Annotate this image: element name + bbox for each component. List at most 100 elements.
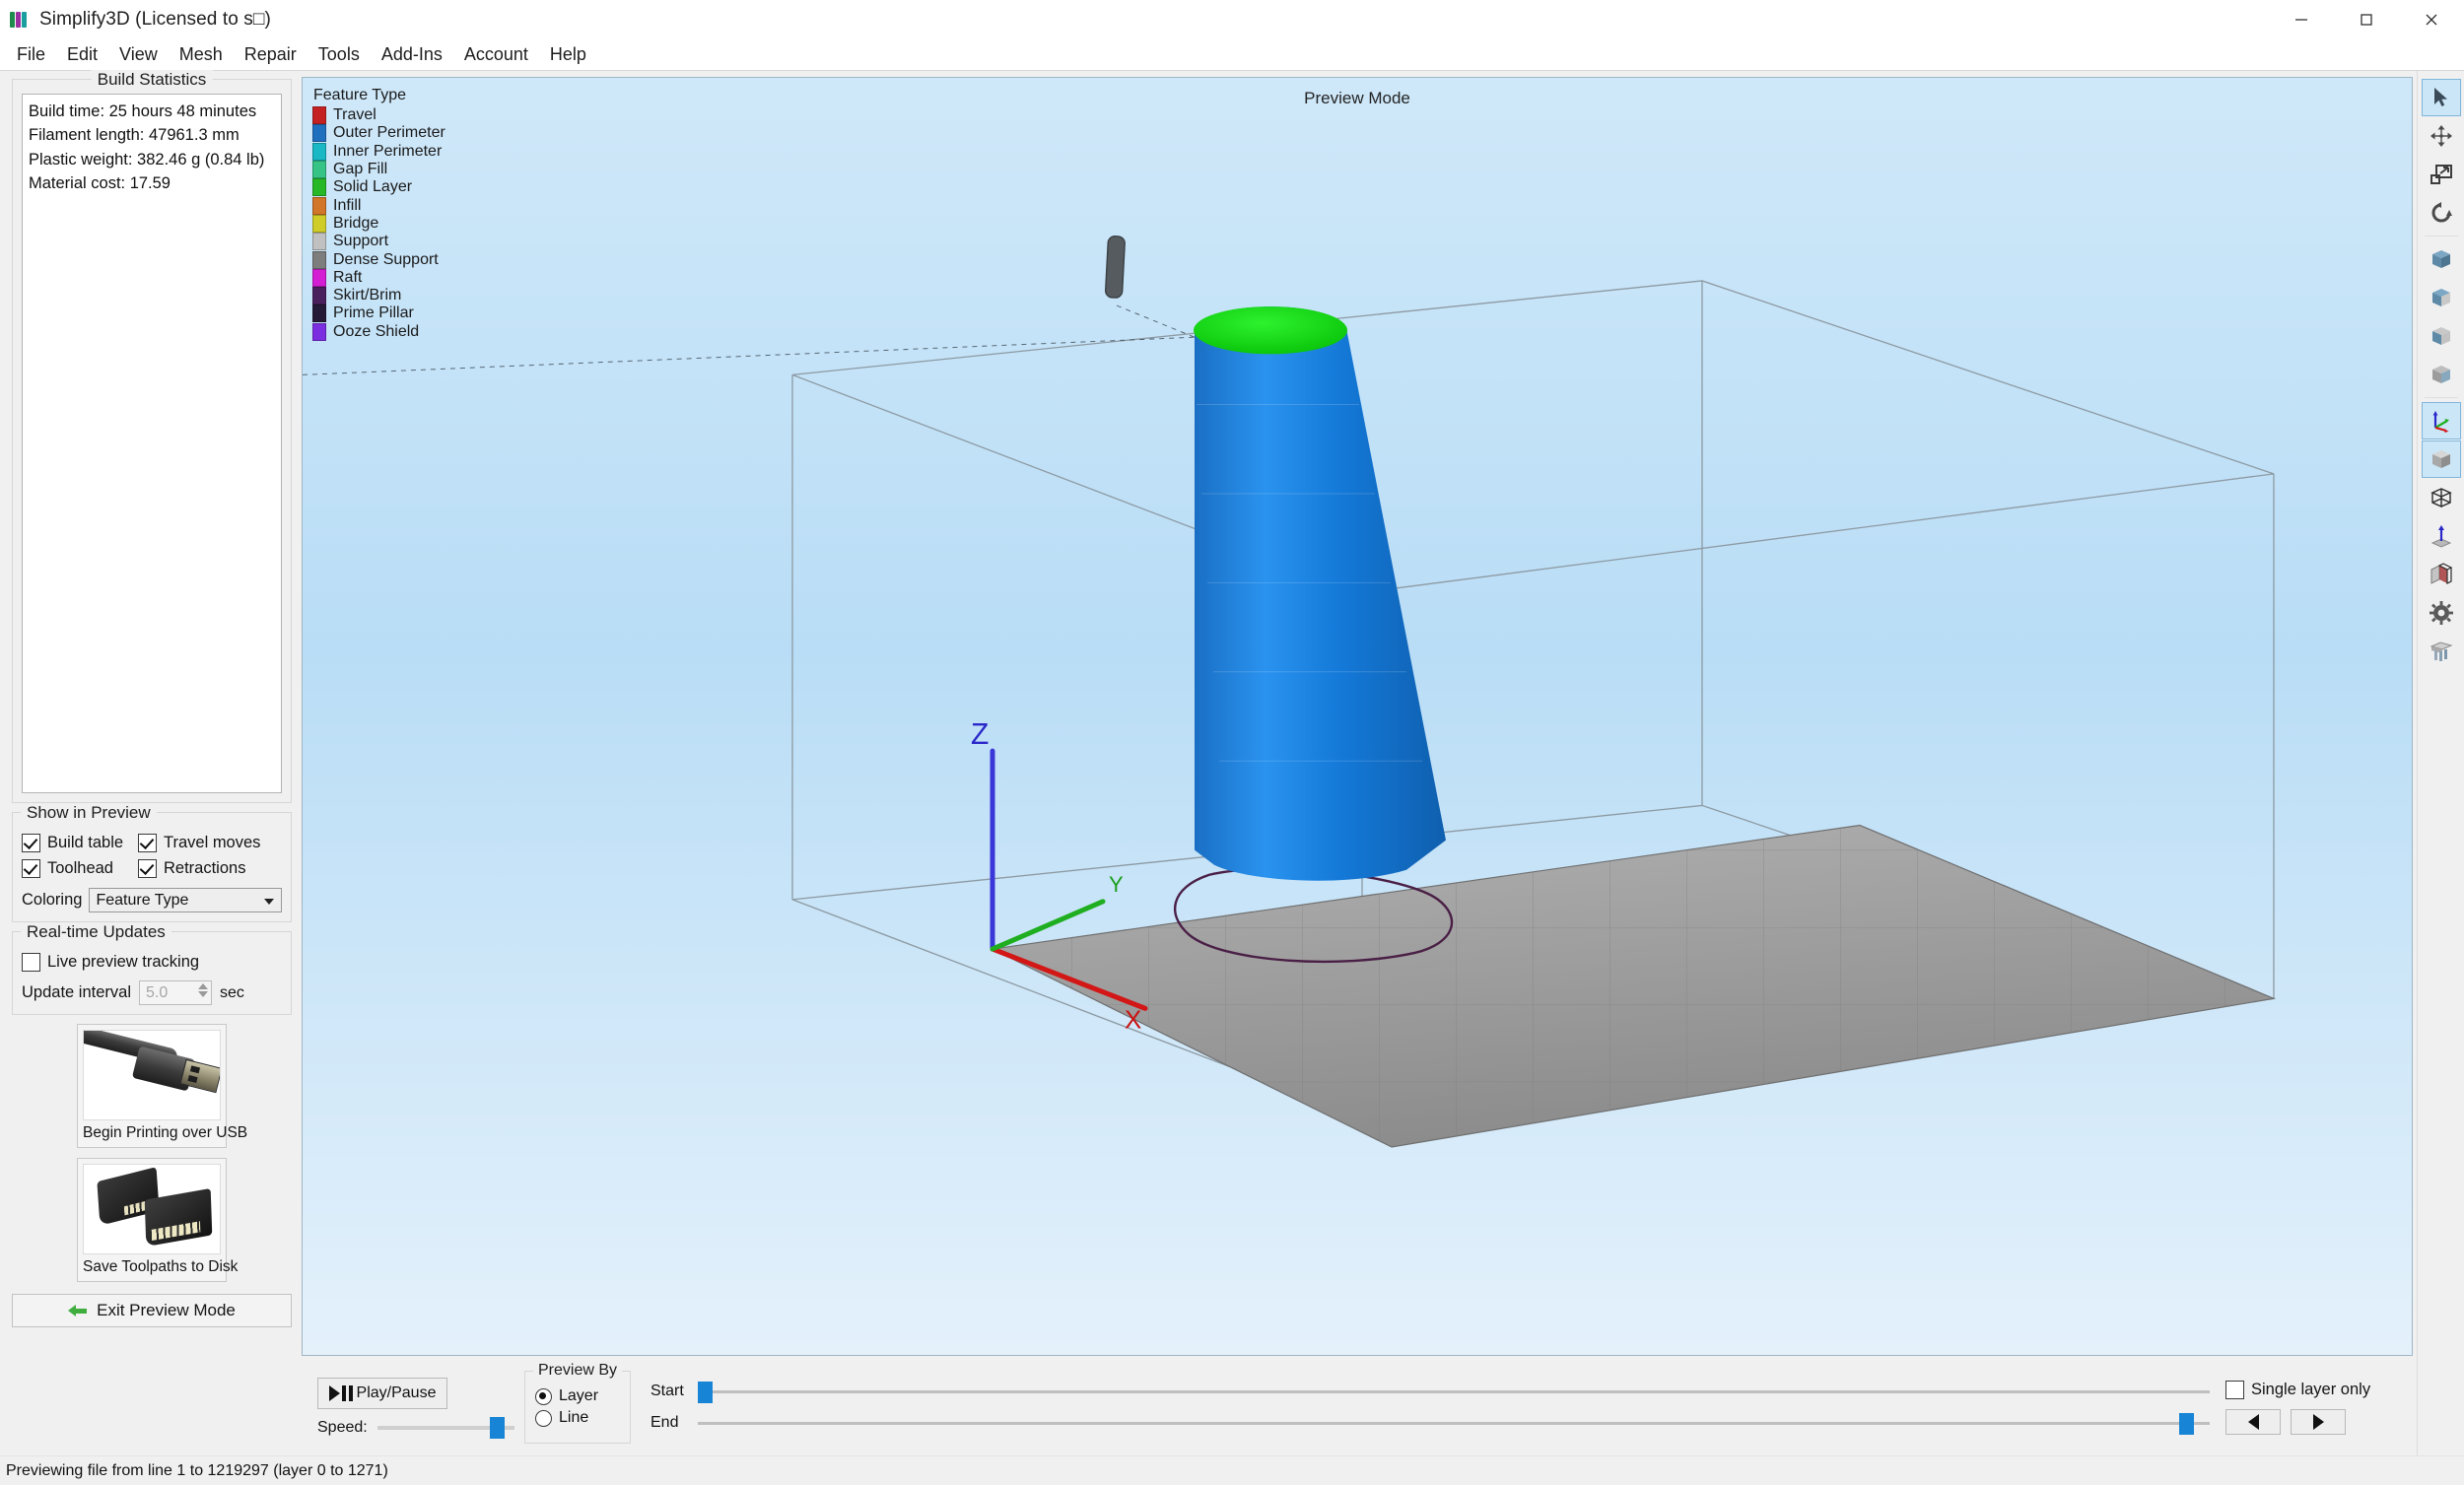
checkbox-live-preview-tracking[interactable]: Live preview tracking — [22, 953, 199, 972]
radio-preview-by-layer[interactable]: Layer — [535, 1387, 622, 1405]
z-axis-label: Z — [971, 718, 989, 751]
close-button[interactable] — [2399, 0, 2464, 39]
status-bar-text: Previewing file from line 1 to 1219297 (… — [6, 1461, 388, 1479]
legend-label-infill: Infill — [333, 196, 362, 214]
checkbox-single-layer-only[interactable]: Single layer only — [2225, 1380, 2370, 1399]
rotate-tool[interactable] — [2422, 194, 2461, 232]
start-label: Start — [650, 1383, 684, 1399]
view-cube-right-tool[interactable] — [2422, 317, 2461, 355]
legend-item-ooze-shield: Ooze Shield — [312, 322, 445, 341]
checkbox-retractions[interactable]: Retractions — [138, 859, 245, 878]
coloring-selected-value: Feature Type — [96, 891, 189, 909]
view-cube-left-tool[interactable] — [2422, 279, 2461, 316]
build-plate — [990, 824, 2277, 1148]
previous-layer-button[interactable] — [2225, 1408, 2281, 1435]
legend-swatch-skirt-brim — [312, 287, 326, 305]
end-label: End — [650, 1414, 679, 1431]
legend-item-gap-fill: Gap Fill — [312, 161, 445, 179]
checkbox-single-layer-box[interactable] — [2225, 1380, 2244, 1399]
menu-add-ins[interactable]: Add-Ins — [371, 41, 453, 68]
layer-nav-buttons — [2225, 1408, 2346, 1435]
checkbox-retractions-box[interactable] — [138, 859, 157, 878]
coloring-select[interactable]: Feature Type — [89, 888, 282, 912]
minimize-button[interactable] — [2269, 0, 2334, 39]
settings-gear-tool[interactable] — [2422, 594, 2461, 632]
menu-edit[interactable]: Edit — [56, 41, 108, 68]
build-statistics-group: Build Statistics Build time: 25 hours 48… — [12, 70, 292, 803]
wireframe-view-tool[interactable] — [2422, 479, 2461, 516]
legend-label-gap-fill: Gap Fill — [333, 161, 388, 178]
checkbox-travel-moves-box[interactable] — [138, 834, 157, 852]
view-cube-top-tool[interactable] — [2422, 356, 2461, 393]
save-toolpaths-to-disk-button[interactable]: Save Toolpaths to Disk — [77, 1158, 238, 1282]
legend-swatch-travel — [312, 106, 326, 125]
next-layer-button[interactable] — [2291, 1408, 2346, 1435]
menu-tools[interactable]: Tools — [308, 41, 371, 68]
toolbar-separator-2 — [2424, 397, 2458, 398]
legend-label-bridge: Bridge — [333, 214, 379, 232]
checkbox-build-table-box[interactable] — [22, 834, 40, 852]
checkbox-toolhead[interactable]: Toolhead — [22, 859, 138, 878]
legend-item-outer-perimeter: Outer Perimeter — [312, 124, 445, 143]
menu-repair[interactable]: Repair — [234, 41, 308, 68]
realtime-updates-title: Real-time Updates — [21, 922, 171, 942]
supports-tool[interactable] — [2422, 633, 2461, 670]
radio-line-button[interactable] — [535, 1409, 552, 1427]
preview-by-group: Preview By Layer Line — [524, 1362, 631, 1444]
legend-label-skirt-brim: Skirt/Brim — [333, 287, 402, 304]
maximize-button[interactable] — [2334, 0, 2399, 39]
axes-origin-tool[interactable] — [2421, 402, 2461, 439]
feature-type-legend: Feature Type Travel Outer Perimeter Inne… — [312, 87, 445, 341]
application-window: Simplify3D (Licensed to s□) File Edit Vi… — [0, 0, 2464, 1485]
legend-label-raft: Raft — [333, 268, 363, 286]
start-slider[interactable] — [698, 1381, 2210, 1403]
3d-scene[interactable]: Z X Y — [303, 78, 2412, 1355]
update-interval-unit: sec — [219, 983, 244, 1001]
legend-swatch-dense-support — [312, 250, 326, 269]
cross-section-tool[interactable] — [2422, 556, 2461, 593]
menu-help[interactable]: Help — [539, 41, 597, 68]
pan-move-tool[interactable] — [2422, 117, 2461, 155]
solid-view-tool[interactable] — [2421, 440, 2461, 478]
legend-swatch-raft — [312, 268, 326, 287]
normals-view-tool[interactable] — [2422, 517, 2461, 555]
scale-tool[interactable] — [2422, 156, 2461, 193]
select-cursor-tool[interactable] — [2421, 79, 2461, 116]
stepper-arrows-icon[interactable] — [197, 983, 208, 997]
begin-printing-over-usb-button[interactable]: Begin Printing over USB — [77, 1024, 247, 1148]
menu-account[interactable]: Account — [453, 41, 539, 68]
speed-slider-thumb[interactable] — [489, 1417, 505, 1439]
checkbox-build-table[interactable]: Build table — [22, 834, 138, 852]
checkbox-live-preview-box[interactable] — [22, 953, 40, 972]
end-slider[interactable] — [698, 1412, 2210, 1435]
menu-file[interactable]: File — [6, 41, 56, 68]
view-cube-front-tool[interactable] — [2422, 240, 2461, 278]
triangle-left-icon — [2247, 1413, 2259, 1430]
update-interval-stepper[interactable]: 5.0 — [138, 980, 212, 1005]
checkbox-retractions-label: Retractions — [164, 859, 246, 877]
speed-slider[interactable] — [376, 1417, 514, 1439]
menu-bar: File Edit View Mesh Repair Tools Add-Ins… — [0, 39, 2464, 71]
radio-layer-button[interactable] — [535, 1387, 552, 1405]
checkbox-toolhead-box[interactable] — [22, 859, 40, 878]
menu-view[interactable]: View — [108, 41, 169, 68]
exit-preview-mode-label: Exit Preview Mode — [97, 1301, 236, 1319]
exit-preview-mode-button[interactable]: Exit Preview Mode — [12, 1294, 292, 1327]
realtime-updates-group: Real-time Updates Live preview tracking … — [12, 922, 292, 1015]
3d-viewport[interactable]: Z X Y Preview Mode Feature Type Travel O… — [302, 77, 2413, 1356]
cross-section-icon — [2430, 563, 2452, 584]
stat-build-time: Build time: 25 hours 48 minutes — [29, 102, 257, 120]
play-pause-button[interactable]: Play/Pause — [317, 1378, 447, 1409]
checkbox-travel-moves[interactable]: Travel moves — [138, 834, 260, 852]
end-slider-thumb[interactable] — [2179, 1412, 2195, 1435]
radio-preview-by-line[interactable]: Line — [535, 1409, 622, 1427]
wireframe-cube-icon — [2430, 488, 2452, 508]
left-panel: Build Statistics Build time: 25 hours 48… — [0, 70, 302, 1455]
start-slider-thumb[interactable] — [698, 1381, 713, 1403]
status-bar: Previewing file from line 1 to 1219297 (… — [0, 1455, 2464, 1485]
menu-mesh[interactable]: Mesh — [169, 41, 234, 68]
show-in-preview-group: Show in Preview Build table Travel moves… — [12, 803, 292, 922]
legend-swatch-prime-pillar — [312, 304, 326, 323]
legend-item-raft: Raft — [312, 268, 445, 287]
build-statistics-text: Build time: 25 hours 48 minutes Filament… — [22, 94, 282, 793]
